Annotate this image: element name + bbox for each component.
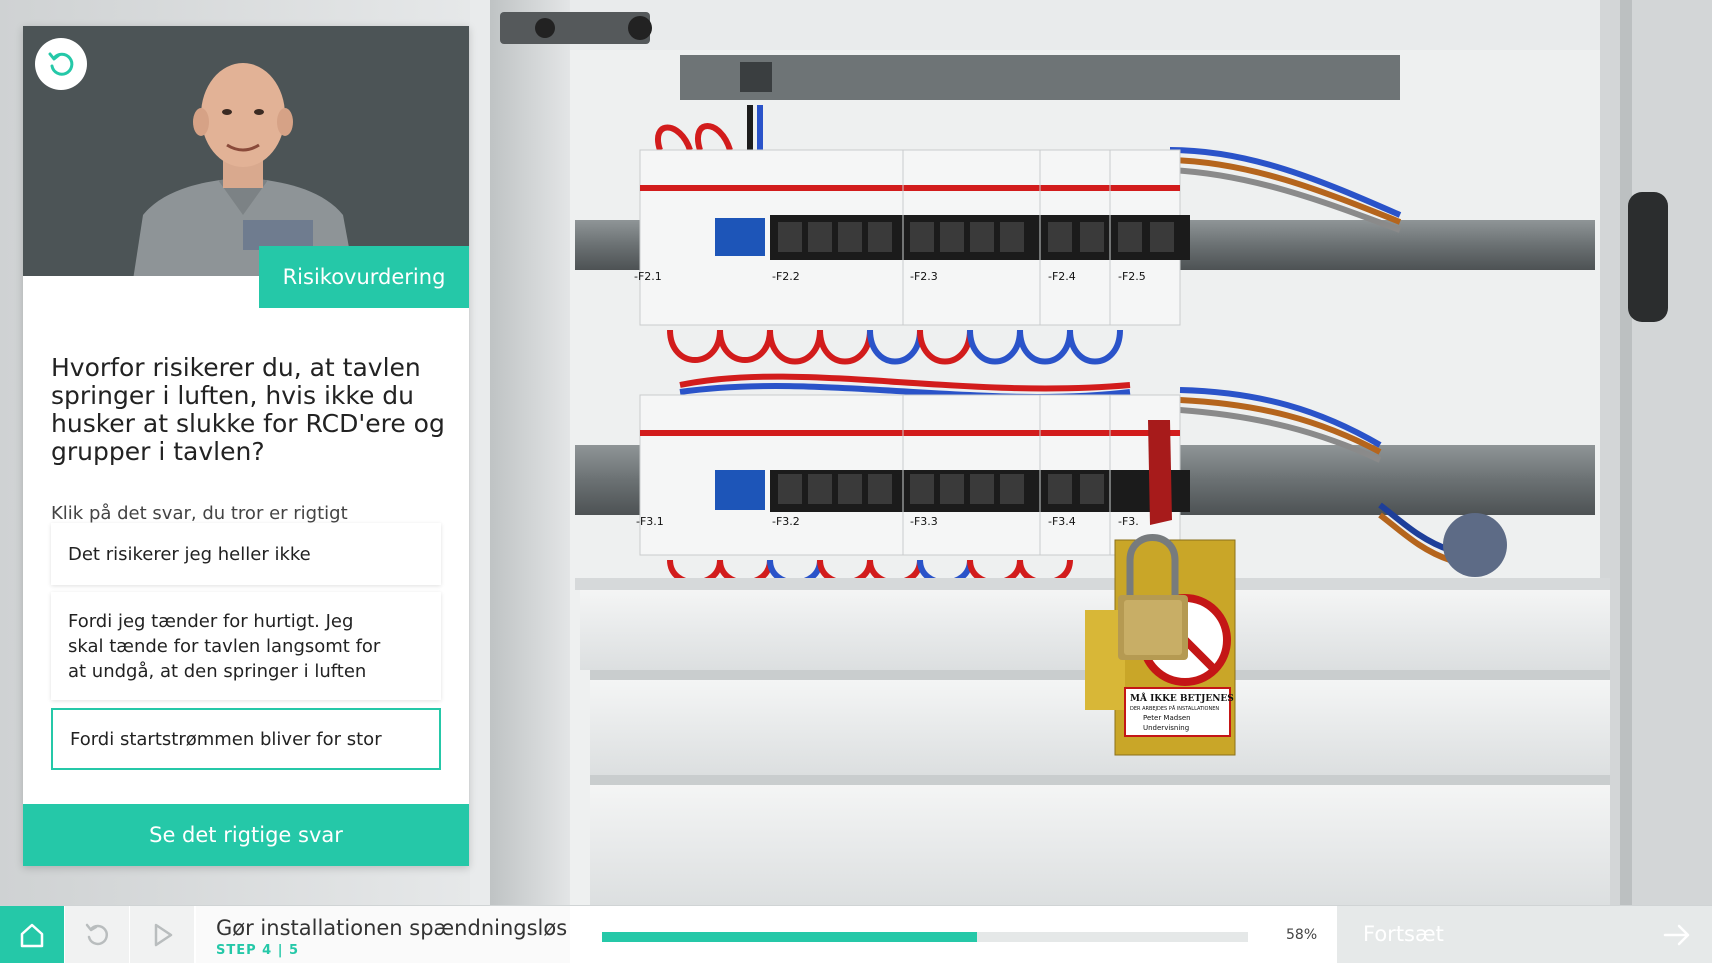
play-button[interactable] — [130, 906, 194, 963]
breaker-label: -F2.2 — [772, 270, 800, 283]
show-correct-answer-button[interactable]: Se det rigtige svar — [23, 804, 469, 866]
step-counter: STEP 4 | 5 — [216, 943, 300, 958]
restart-icon — [85, 923, 109, 946]
continue-label: Fortsæt — [1363, 922, 1444, 946]
breaker-row-2: -F3.1 -F3.2 -F3.3 -F3.4 -F3. — [636, 394, 1190, 556]
presenter-avatar — [133, 63, 355, 276]
replay-icon — [48, 52, 74, 76]
tag-subtitle: DER ARBEJDES PÅ INSTALLATIONEN — [1130, 705, 1219, 712]
breaker-label: -F3.2 — [772, 515, 800, 528]
topic-badge: Risikovurdering — [259, 246, 469, 308]
progress-percent: 58% — [1286, 927, 1318, 943]
breaker-label: -F3.3 — [910, 515, 938, 528]
replay-button[interactable] — [35, 38, 87, 90]
step-title: Gør installationen spændningsløs — [216, 916, 568, 940]
arrow-right-icon — [1663, 924, 1690, 946]
quiz-panel: Risikovurdering Hvorfor risikerer du, at… — [23, 26, 469, 866]
answer-option[interactable]: Fordi jeg tænder for hurtigt. Jeg skal t… — [51, 592, 441, 700]
play-icon — [154, 923, 173, 947]
question-hint: Klik på det svar, du tror er rigtigt — [51, 503, 348, 524]
breaker-label: -F2.1 — [634, 270, 662, 283]
answer-option[interactable]: Det risikerer jeg heller ikke — [51, 523, 441, 585]
answer-option-text: Fordi startstrømmen bliver for stor — [70, 728, 382, 750]
answer-option-text: Fordi jeg tænder for hurtigt. Jeg skal t… — [68, 610, 381, 682]
breaker-label: -F2.4 — [1048, 270, 1076, 283]
breaker-label: -F2.5 — [1118, 270, 1146, 283]
tag-name: Peter Madsen — [1143, 714, 1191, 722]
question-text: Hvorfor risikerer du, at tavlen springer… — [51, 353, 445, 466]
progress-bar — [602, 932, 1248, 942]
breaker-label: -F3.1 — [636, 515, 664, 528]
home-button[interactable] — [0, 906, 64, 963]
breaker-label: -F3. — [1118, 515, 1139, 528]
answer-option-selected[interactable]: Fordi startstrømmen bliver for stor — [51, 708, 441, 770]
bottom-navigation-bar: Gør installationen spændningsløs STEP 4 … — [0, 905, 1712, 963]
breaker-row-1: -F2.1 -F2.2 -F2.3 -F2.4 -F2.5 — [634, 149, 1190, 326]
continue-button[interactable]: Fortsæt — [1337, 906, 1712, 963]
restart-button[interactable] — [65, 906, 129, 963]
breaker-label: -F3.4 — [1048, 515, 1076, 528]
presenter-video[interactable] — [23, 26, 469, 276]
tag-title: MÅ IKKE BETJENES — [1130, 692, 1234, 704]
progress-area: 58% — [572, 906, 1334, 963]
breaker-label: -F2.3 — [910, 270, 938, 283]
step-info: Gør installationen spændningsløs STEP 4 … — [196, 906, 570, 963]
progress-bar-fill — [602, 932, 977, 942]
answer-option-text: Det risikerer jeg heller ikke — [68, 543, 311, 565]
home-icon — [20, 923, 44, 948]
tag-purpose: Undervisning — [1143, 724, 1189, 732]
